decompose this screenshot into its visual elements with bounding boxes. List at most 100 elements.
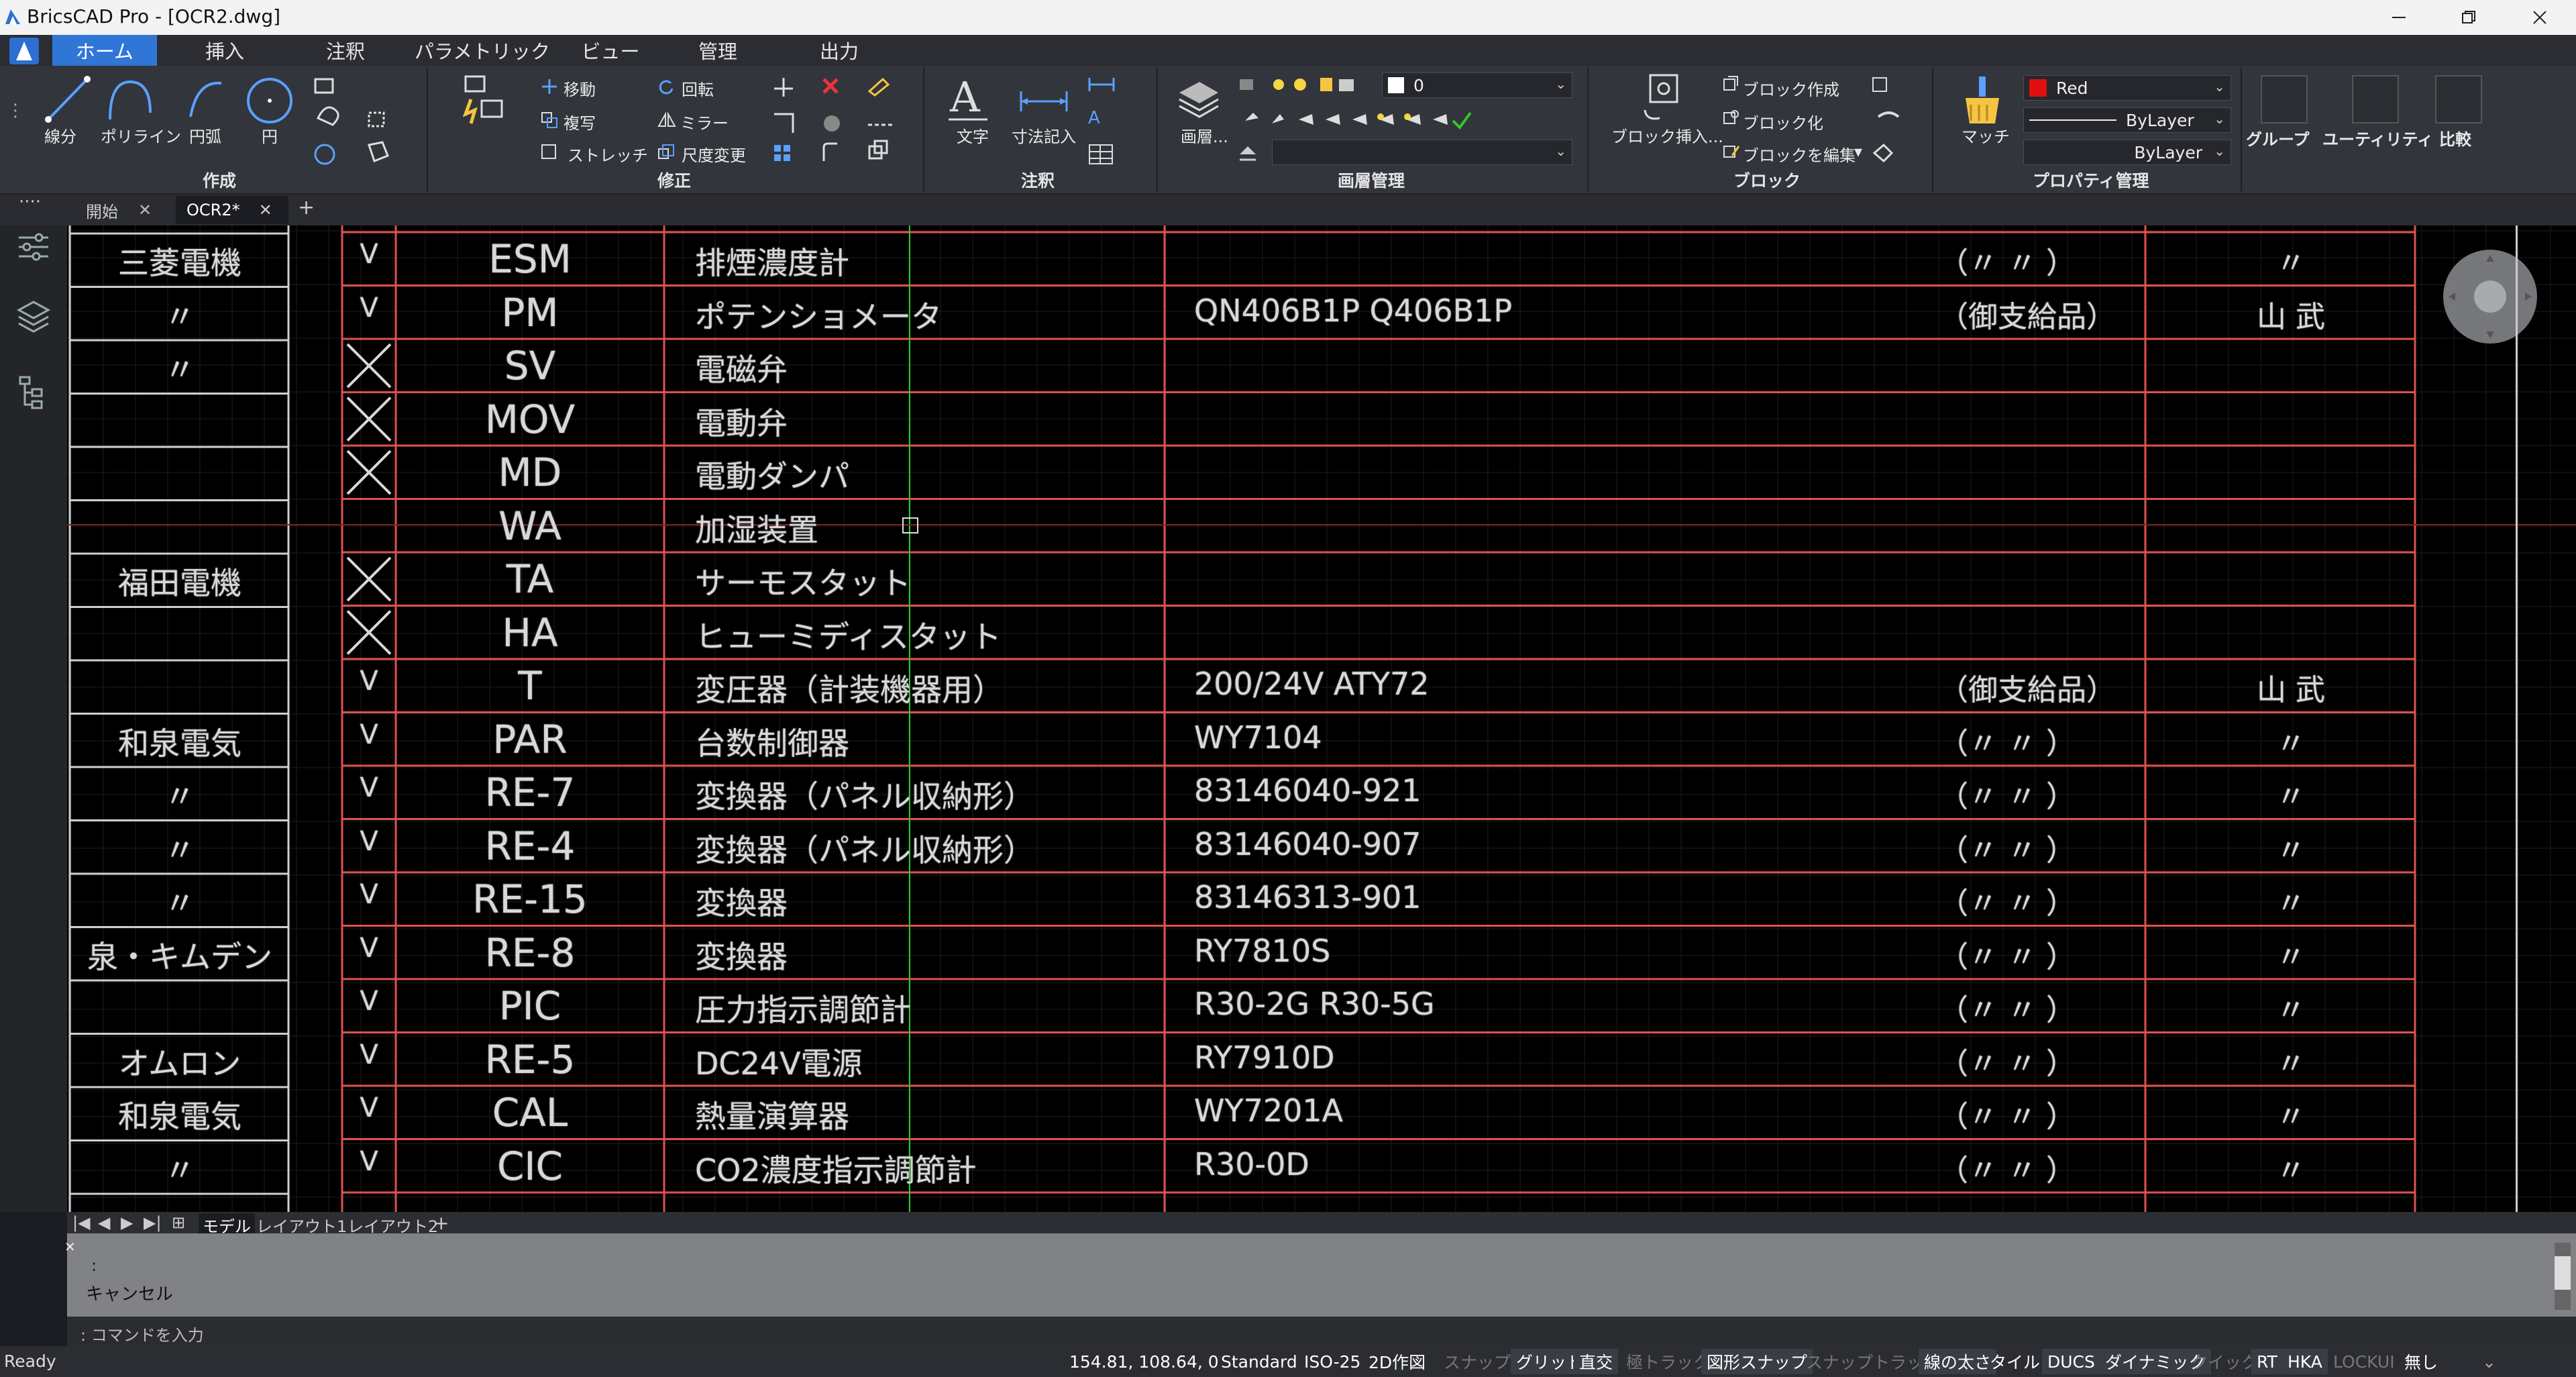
linetype-dropdown[interactable]: ByLayer ⌄ [2023, 107, 2231, 133]
tab-output[interactable]: 出力 [802, 35, 876, 66]
status-quick-toggle[interactable]: クイック [2191, 1349, 2258, 1374]
drawing-canvas[interactable]: 三菱電機 V ESM 排煙濃度計 （〃 〃 ）〃〃 V PM ポテンショメータ QN406B1P… [67, 225, 2576, 1212]
status-ducs-toggle[interactable]: DUCS [2042, 1349, 2100, 1374]
close-window-button[interactable] [2513, 0, 2567, 35]
close-command-icon[interactable]: ✕ [64, 1239, 76, 1255]
status-tile-toggle[interactable]: タイル [1990, 1349, 2040, 1374]
annotation-small-tools-icon[interactable]: A [1087, 74, 1127, 168]
status-more-icon[interactable]: ⌄ [2482, 1349, 2496, 1374]
utility-panel-label[interactable]: ユーティリティ [2322, 126, 2433, 150]
layout-grid-icon[interactable]: ⊞ [172, 1213, 185, 1232]
command-scrollbar[interactable] [2555, 1243, 2571, 1310]
block-create-icon[interactable] [1723, 75, 1740, 93]
status-dim-style[interactable]: ISO-25 [1304, 1349, 1360, 1374]
block-insert-icon[interactable] [1637, 71, 1690, 125]
compare-panel-icon[interactable] [2435, 75, 2482, 123]
cell-check: V [360, 772, 378, 803]
status-polar-toggle[interactable]: 極トラック [1626, 1349, 1710, 1374]
layer-manager-icon[interactable] [1175, 72, 1222, 119]
status-workspace[interactable]: 2D作図 [1368, 1349, 1426, 1374]
tab-ocr2[interactable]: OCR2* ✕ [176, 196, 288, 224]
modify-small-tools-icon[interactable] [770, 74, 911, 168]
status-text-style[interactable]: Standard [1221, 1349, 1297, 1374]
status-hka-toggle[interactable]: HKA [2282, 1349, 2328, 1374]
stretch-icon[interactable] [541, 144, 558, 161]
prev-layout-icon[interactable]: ◀ [98, 1213, 110, 1232]
tab-parametric[interactable]: パラメトリック [405, 35, 559, 66]
rotate-icon[interactable] [657, 78, 675, 95]
cell-tag: TA [506, 556, 554, 602]
status-snap-toggle[interactable]: スナップ [1444, 1349, 1511, 1374]
group-panel-icon[interactable] [2261, 75, 2308, 123]
circle-tool-icon[interactable] [244, 75, 298, 129]
scale-icon[interactable] [657, 144, 675, 161]
edit-block-icon[interactable] [1723, 142, 1740, 160]
status-ortho-toggle[interactable]: 直交 [1574, 1349, 1619, 1374]
text-tool-icon[interactable]: A [946, 71, 993, 125]
status-lineweight-toggle[interactable]: 線の太さ [1919, 1349, 1997, 1374]
dimension-tool-icon[interactable] [1017, 85, 1071, 118]
group-panel-label[interactable]: グループ [2246, 126, 2310, 150]
layer-filter-dropdown[interactable]: ⌄ [1272, 140, 1572, 165]
line-tool-icon[interactable] [40, 72, 94, 126]
arc-tool-icon[interactable] [184, 72, 231, 126]
compare-panel-label[interactable]: 比較 [2439, 126, 2471, 150]
close-tab-icon[interactable]: ✕ [259, 201, 272, 219]
coordinate-readout[interactable]: 154.81, 108.64, 0 [1069, 1349, 1219, 1374]
cell-dept: 〃 [2276, 993, 2306, 1027]
tab-manage[interactable]: 管理 [678, 35, 758, 66]
chevron-down-icon[interactable]: ▾ [1854, 142, 1862, 161]
panel-separator [1157, 67, 1158, 192]
status-lockui-toggle[interactable]: LOCKUI [2333, 1349, 2395, 1374]
cell-model: 83146313-901 [1194, 879, 1421, 915]
cell-name: 電動弁 [695, 405, 788, 442]
last-layout-icon[interactable]: ▶| [144, 1213, 162, 1232]
layer-tool-row-icons[interactable] [1238, 107, 1574, 134]
close-tab-icon[interactable]: ✕ [138, 201, 152, 219]
utility-panel-icon[interactable] [2352, 75, 2399, 123]
make-block-icon[interactable] [1723, 109, 1740, 126]
tab-annotate[interactable]: 注釈 [295, 35, 396, 66]
tab-home[interactable]: ホーム [52, 35, 157, 66]
match-properties-icon[interactable] [1959, 74, 2006, 128]
tab-start[interactable]: 開始 ✕ [75, 196, 174, 224]
match-properties-label: マッチ [1962, 128, 2010, 146]
cell-dept: 〃 [2276, 780, 2306, 814]
status-rt-toggle[interactable]: RT [2251, 1349, 2283, 1374]
canvas-scrollbar[interactable] [2516, 225, 2518, 1212]
mirror-icon[interactable] [657, 111, 678, 129]
status-osnap-toggle[interactable]: 図形スナップ [1701, 1349, 1813, 1374]
structure-tree-icon[interactable] [15, 374, 52, 412]
tab-view[interactable]: ビュー [570, 35, 651, 66]
command-input[interactable]: : コマンドを入力 [67, 1317, 2576, 1346]
restore-button[interactable] [2442, 0, 2496, 35]
status-annotation-scale[interactable]: 無し [2404, 1349, 2438, 1374]
add-layout-icon[interactable]: + [433, 1212, 449, 1234]
tab-insert[interactable]: 挿入 [174, 35, 275, 66]
scrollbar-thumb[interactable] [2555, 1256, 2571, 1290]
layer-color-swatch [1388, 77, 1404, 93]
cell-name: 圧力指示調節計 [695, 992, 911, 1028]
new-tab-icon[interactable]: + [298, 196, 315, 219]
color-dropdown[interactable]: Red ⌄ [2023, 75, 2231, 101]
first-layout-icon[interactable]: |◀ [72, 1213, 91, 1232]
minimize-button[interactable] [2372, 0, 2426, 35]
move-icon[interactable] [541, 78, 558, 95]
polyline-tool-icon[interactable] [103, 72, 157, 126]
more-icon[interactable]: ···· [19, 192, 41, 212]
modify-tool-icon[interactable] [462, 72, 508, 126]
app-menu-button[interactable] [9, 38, 39, 64]
next-layout-icon[interactable]: ▶ [121, 1213, 133, 1232]
arc-tool-label: 円弧 [189, 128, 221, 146]
navigation-wheel-icon[interactable] [2439, 242, 2540, 362]
command-history[interactable]: ✕ : キャンセル [64, 1233, 2576, 1317]
settings-sliders-icon[interactable] [15, 228, 52, 266]
lineweight-dropdown[interactable]: ByLayer ⌄ [2023, 140, 2231, 165]
layers-icon[interactable] [15, 298, 52, 336]
layer-previous-icon[interactable] [1238, 142, 1258, 162]
cell-maker: 三菱電機 [118, 245, 241, 281]
copy-icon[interactable] [541, 111, 558, 129]
create-small-tools-icon[interactable] [313, 75, 427, 169]
block-small-tools-icon[interactable] [1869, 75, 1909, 162]
layer-dropdown[interactable]: 0 ⌄ [1382, 72, 1572, 98]
